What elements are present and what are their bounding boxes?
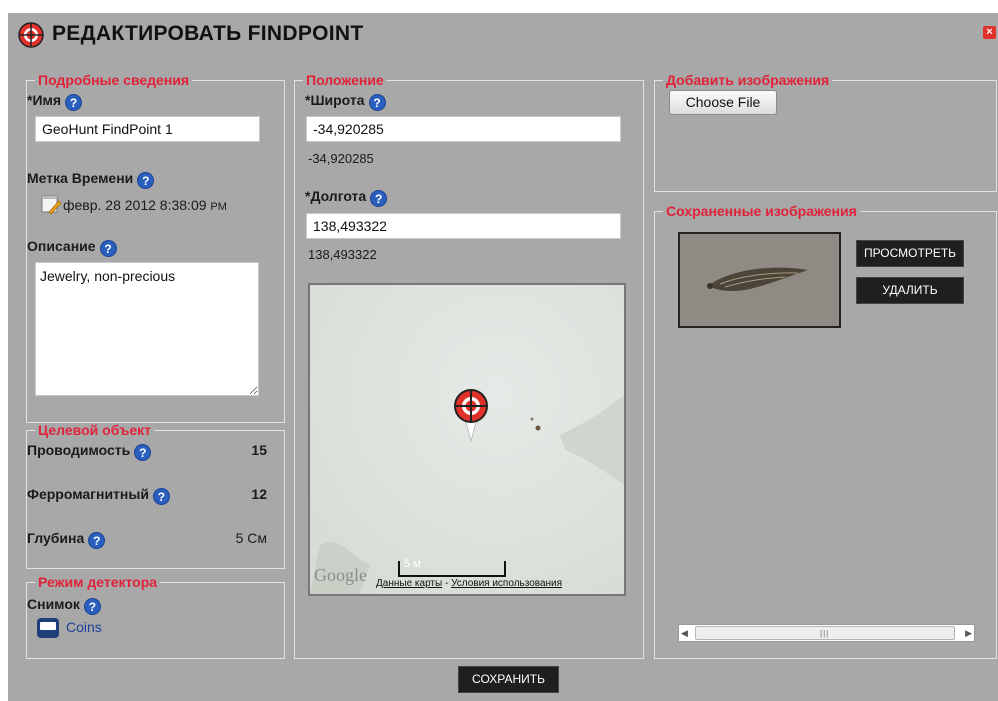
detector-mode-value: Coins <box>66 619 102 635</box>
map-data-link[interactable]: Данные карты <box>376 578 442 589</box>
longitude-label-text: *Долгота <box>305 188 367 204</box>
detector-legend: Режим детектора <box>38 574 158 590</box>
question-circle-icon[interactable]: ? <box>370 190 388 207</box>
name-label: *Имя? <box>27 92 83 111</box>
question-circle-icon[interactable]: ? <box>152 488 170 505</box>
question-circle-icon[interactable]: ? <box>88 532 106 549</box>
delete-image-button[interactable]: УДАЛИТЬ <box>856 277 964 304</box>
ferromagnetic-value: 12 <box>251 486 267 502</box>
question-circle-icon[interactable]: ? <box>134 444 152 461</box>
saved-images-legend: Сохраненные изображения <box>666 203 857 219</box>
depth-value: 5 См <box>235 530 267 546</box>
map-terms-link[interactable]: Условия использования <box>451 578 562 589</box>
question-circle-icon[interactable]: ? <box>368 94 386 111</box>
scroll-left-arrow-icon[interactable]: ◀ <box>681 628 688 639</box>
ferromagnetic-label: Ферромагнитный? <box>27 486 170 505</box>
description-textarea[interactable] <box>35 262 259 396</box>
view-image-button[interactable]: ПРОСМОТРЕТЬ <box>856 240 964 267</box>
conductivity-value: 15 <box>251 442 267 458</box>
time-value-text: февр. 28 2012 8:38:09 <box>63 197 207 213</box>
longitude-input[interactable] <box>306 213 621 239</box>
scrollbar-grip-icon: ||| <box>820 629 830 638</box>
depth-label: Глубина? <box>27 530 106 549</box>
calendar-pencil-icon <box>41 195 62 215</box>
map-scale-bar: 5 м <box>398 558 506 577</box>
snapshot-label: Снимок? <box>27 596 101 615</box>
conductivity-label-text: Проводимость <box>27 442 131 458</box>
scrollbar-thumb[interactable]: ||| <box>695 626 955 640</box>
ferromagnetic-label-text: Ферромагнитный <box>27 486 149 502</box>
depth-label-text: Глубина <box>27 530 85 546</box>
wing-charm-image <box>707 267 808 291</box>
latitude-input[interactable] <box>306 116 621 142</box>
time-value: февр. 28 2012 8:38:09 PM <box>63 197 227 213</box>
save-button[interactable]: СОХРАНИТЬ <box>458 666 559 693</box>
horizontal-scrollbar[interactable]: ◀ ||| ▶ <box>678 624 975 642</box>
latitude-label: *Широта? <box>305 92 386 111</box>
question-circle-icon[interactable]: ? <box>65 94 83 111</box>
choose-file-button[interactable]: Choose File <box>669 90 777 115</box>
dialog-title: РЕДАКТИРОВАТЬ FINDPOINT <box>52 22 364 45</box>
description-label-text: Описание <box>27 238 96 254</box>
add-images-legend: Добавить изображения <box>666 72 830 88</box>
time-ampm: PM <box>210 201 227 213</box>
map-attribution-separator: - <box>442 578 452 589</box>
description-label: Описание? <box>27 238 117 257</box>
scroll-right-arrow-icon[interactable]: ▶ <box>965 628 972 639</box>
map-attribution: Данные карты - Условия использования <box>376 578 562 589</box>
latitude-label-text: *Широта <box>305 92 365 108</box>
close-icon[interactable]: × <box>983 26 996 39</box>
detector-panel: Режим детектора <box>26 574 285 659</box>
details-legend: Подробные сведения <box>38 72 190 88</box>
longitude-readout: 138,493322 <box>308 247 377 262</box>
target-legend: Целевой объект <box>38 422 152 438</box>
map-logo: Google <box>314 565 367 585</box>
position-legend: Положение <box>306 72 384 88</box>
time-label-text: Метка Времени <box>27 170 134 186</box>
findpoint-logo-icon <box>18 22 44 48</box>
detector-mode-icon <box>37 618 59 638</box>
findpoint-marker-icon[interactable] <box>454 389 488 443</box>
question-circle-icon[interactable]: ? <box>99 240 117 257</box>
question-circle-icon[interactable]: ? <box>83 598 101 615</box>
conductivity-label: Проводимость? <box>27 442 152 461</box>
latitude-readout: -34,920285 <box>308 151 374 166</box>
time-label: Метка Времени? <box>27 170 155 189</box>
question-circle-icon[interactable]: ? <box>137 172 155 189</box>
map-view[interactable]: Google 5 м Данные карты - Условия исполь… <box>308 283 626 596</box>
snapshot-label-text: Снимок <box>27 596 80 612</box>
map-scale-label: 5 м <box>404 558 421 570</box>
name-label-text: *Имя <box>27 92 62 108</box>
title-bar: РЕДАКТИРОВАТЬ FINDPOINT × <box>8 13 998 57</box>
name-input[interactable] <box>35 116 260 142</box>
saved-image-thumbnail[interactable] <box>678 232 841 328</box>
longitude-label: *Долгота? <box>305 188 388 207</box>
